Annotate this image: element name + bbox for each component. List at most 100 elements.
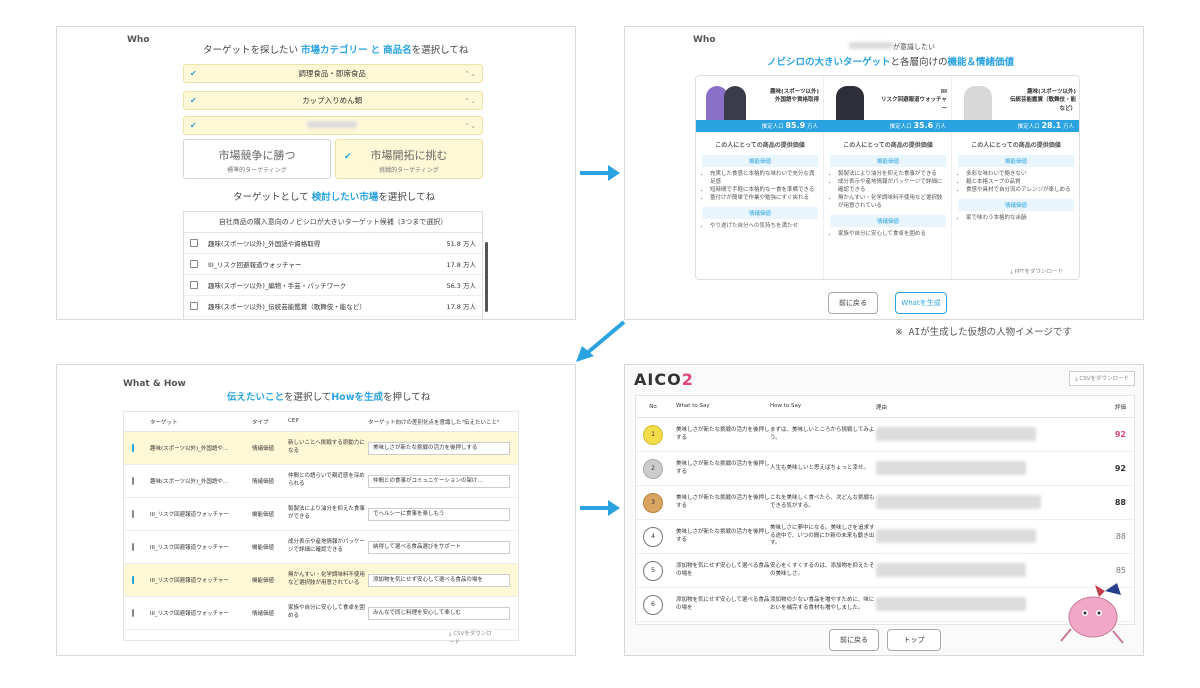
redacted-text	[876, 460, 1026, 475]
updown-icon: ⌃⌄	[464, 69, 476, 78]
score: 88	[1115, 532, 1126, 541]
list-item[interactable]: III_リスク回避報道ウォッチャー 17.8 万人	[184, 254, 482, 275]
checkbox[interactable]	[190, 281, 198, 289]
score: 88	[1114, 498, 1126, 507]
population-bar: 推定人口 28.1 万人	[952, 120, 1079, 132]
checkbox[interactable]	[190, 302, 198, 310]
panel1-heading2: ターゲットとして 検討したい市場を選択してね	[233, 192, 435, 203]
rank-badge: 6	[643, 594, 663, 615]
checkbox[interactable]	[132, 609, 134, 617]
who-label: Who	[127, 35, 150, 45]
back-button[interactable]: 前に戻る	[828, 292, 878, 314]
csv-download-button[interactable]: ⤓ CSVをダウンロード	[1069, 371, 1135, 386]
target-candidate-list: 自社商品の購入意向のノビシロが大きいターゲット候補（3つまで選択） 趣味(スポー…	[183, 211, 488, 319]
redacted-text	[876, 494, 1041, 509]
rank-badge: 1	[643, 424, 663, 445]
top-button[interactable]: トップ	[887, 629, 941, 651]
standard-targeting-option[interactable]: 市場競争に勝つ 標準的ターゲティング	[183, 139, 331, 179]
market-category-select[interactable]: ✔ 調理食品・即席食品 ⌃⌄	[183, 64, 483, 83]
redacted-text	[876, 596, 1026, 611]
message-input[interactable]: 添加物を気にせず安心して選べる食品の場を	[368, 573, 510, 587]
checkbox[interactable]	[132, 543, 134, 551]
product-name-select[interactable]: ✔ ⌃⌄	[183, 116, 483, 135]
result-panel: AICO2 ⤓ CSVをダウンロード No What to Say How to…	[624, 364, 1144, 656]
generate-what-button[interactable]: Whatを生成	[895, 292, 947, 314]
back-button[interactable]: 前に戻る	[829, 629, 879, 651]
arrow-right-icon	[580, 165, 620, 181]
message-input[interactable]: 納得して選べる食品選びをサポート	[368, 540, 510, 554]
aico2-logo: AICO2	[634, 370, 694, 389]
table-row: 3 美味しさが新たな挑戦の活力を後押しする これを美味しく食べたら、次どんな挑戦…	[636, 486, 1134, 520]
message-input[interactable]: みんなで同じ料理を安心して楽しむ	[368, 606, 510, 620]
csv-download-link[interactable]: ⤓ CSVをダウンロード	[449, 629, 495, 646]
panel1-heading: ターゲットを探したい 市場カテゴリー と 商品名を選択してね	[203, 45, 469, 56]
checkbox[interactable]	[190, 260, 198, 268]
rank-badge: 3	[643, 492, 663, 513]
redacted-text	[876, 426, 1036, 441]
ppt-download-link[interactable]: ⤓ PPTをダウンロード	[1010, 267, 1063, 276]
panel2-heading: ノビシロの大きいターゲットと各層向けの機能＆情緒価値	[767, 57, 1015, 68]
table-row[interactable]: III_リスク回避報道ウォッチャー 機能価値 製製法により油分を抑えた食事ができ…	[124, 498, 518, 531]
message-input[interactable]: 仲間との食事がコミュニケーションの架け…	[368, 474, 510, 488]
redacted-text	[849, 42, 893, 49]
target-selection-panel: Who ターゲットを探したい 市場カテゴリー と 商品名を選択してね ✔ 調理食…	[56, 26, 576, 320]
score: 92	[1114, 464, 1126, 473]
table-row[interactable]: III_リスク回避報道ウォッチャー 情緒価値 家族や自分に安心して食卓を囲める …	[124, 597, 518, 630]
persona-card: 趣味(スポーツ以外) 伝統芸能鑑賞（歌舞伎・能など） 推定人口 28.1 万人 …	[952, 76, 1079, 279]
download-icon: ⤓	[1010, 269, 1013, 275]
list-item[interactable]: 趣味(スポーツ以外)_伝統芸能鑑賞（歌舞伎・能など） 17.8 万人	[184, 296, 482, 317]
table-row[interactable]: 趣味(スポーツ以外)_外国語や… 情緒価値 仲間との語らいで親近感を深められる …	[124, 465, 518, 498]
redacted-text	[876, 562, 1026, 577]
list-item[interactable]: 趣味(スポーツ以外)_編物・手芸・パッチワーク 56.3 万人	[184, 275, 482, 296]
checkbox[interactable]	[132, 576, 134, 584]
challenge-targeting-option[interactable]: ✔ 市場開拓に挑む 挑戦的ターゲティング	[335, 139, 483, 179]
check-icon: ✔	[190, 96, 197, 105]
scrollbar[interactable]	[485, 242, 488, 312]
table-header: ターゲット タイプ CEP ターゲット向けの差別化点を意識した"伝えたいこと"	[124, 412, 518, 432]
product-category-select[interactable]: ✔ カップ入りめん類 ⌃⌄	[183, 91, 483, 110]
table-row: 1 美味しさが新たな挑戦の活力を後押しする まずは、美味しいところから挑戦してみ…	[636, 418, 1134, 452]
table-row[interactable]: III_リスク回避報道ウォッチャー 機能価値 成分表示や産地情報がパッケージで詳…	[124, 531, 518, 564]
mascot-character	[1060, 583, 1124, 644]
check-icon: ✔	[190, 121, 197, 130]
table-header: No What to Say How to Say 理由 評価	[636, 396, 1134, 418]
list-header: 自社商品の購入意向のノビシロが大きいターゲット候補（3つまで選択）	[184, 212, 482, 233]
ai-image-caption: ※ AIが生成した仮想の人物イメージです	[895, 327, 1072, 338]
who-label: Who	[693, 35, 716, 45]
arrow-down-left-icon	[576, 320, 626, 362]
message-table: ターゲット タイプ CEP ターゲット向けの差別化点を意識した"伝えたいこと" …	[123, 411, 519, 641]
panel3-heading: 伝えたいことを選択してHowを生成を押してね	[227, 392, 431, 403]
check-icon: ✔	[190, 69, 197, 78]
value-section: この人にとっての商品の提供価値 機能価値 多彩な味わいで飽きない 麺と本格スープ…	[958, 136, 1074, 223]
checkbox[interactable]	[132, 444, 134, 452]
persona-card: III リスク回避報道ウォッチャー 推定人口 35.6 万人 この人にとっての商…	[824, 76, 952, 279]
message-input[interactable]: 美味しさが新たな挑戦の活力を後押しする	[368, 441, 510, 455]
updown-icon: ⌃⌄	[464, 96, 476, 105]
redacted-text	[876, 528, 1036, 543]
persona-card: 趣味(スポーツ以外) 外国語や資格取得 推定人口 85.9 万人 この人にとって…	[696, 76, 824, 279]
what-how-label: What & How	[123, 379, 186, 389]
rank-badge: 4	[643, 526, 663, 547]
target-persona-panel: Who が意識したい ノビシロの大きいターゲットと各層向けの機能＆情緒価値 趣味…	[624, 26, 1144, 320]
rank-badge: 5	[643, 560, 663, 581]
redacted-text	[307, 121, 358, 128]
rank-badge: 2	[643, 458, 663, 479]
score: 85	[1115, 566, 1126, 575]
what-how-panel: What & How 伝えたいことを選択してHowを生成を押してね ターゲット …	[56, 364, 576, 656]
checkbox[interactable]	[132, 477, 134, 485]
panel2-subheading: が意識したい	[849, 42, 935, 52]
message-input[interactable]: でヘルシーに食事を楽しもう	[368, 507, 510, 521]
table-row[interactable]: III_リスク回避報道ウォッチャー 機能価値 無かんすい・化学調味料不使用など選…	[124, 564, 518, 597]
score: 92	[1114, 430, 1126, 439]
table-row: 2 美味しさが新たな挑戦の活力を後押しする 人生も美味しいと思えばちょっと幸せ。…	[636, 452, 1134, 486]
value-section: この人にとっての商品の提供価値 機能価値 製製法により油分を抑えた食事ができる …	[830, 136, 946, 239]
checkbox[interactable]	[132, 510, 134, 518]
download-icon: ⤓	[1075, 376, 1078, 382]
table-row[interactable]: 趣味(スポーツ以外)_外国語や… 情緒価値 新しいことへ挑戦する原動力になる 美…	[124, 432, 518, 465]
value-section: この人にとっての商品の提供価値 機能価値 充実した食感と本格的な味わいで充分な満…	[702, 136, 818, 231]
download-icon: ⤓	[449, 631, 452, 637]
table-row: 4 美味しさが新たな挑戦の活力を後押しする 美味しさに夢中になる。美味しさを追求…	[636, 520, 1134, 554]
list-item[interactable]: 趣味(スポーツ以外)_外国語や資格取得 51.8 万人	[184, 233, 482, 254]
updown-icon: ⌃⌄	[464, 121, 476, 130]
checkbox[interactable]	[190, 239, 198, 247]
